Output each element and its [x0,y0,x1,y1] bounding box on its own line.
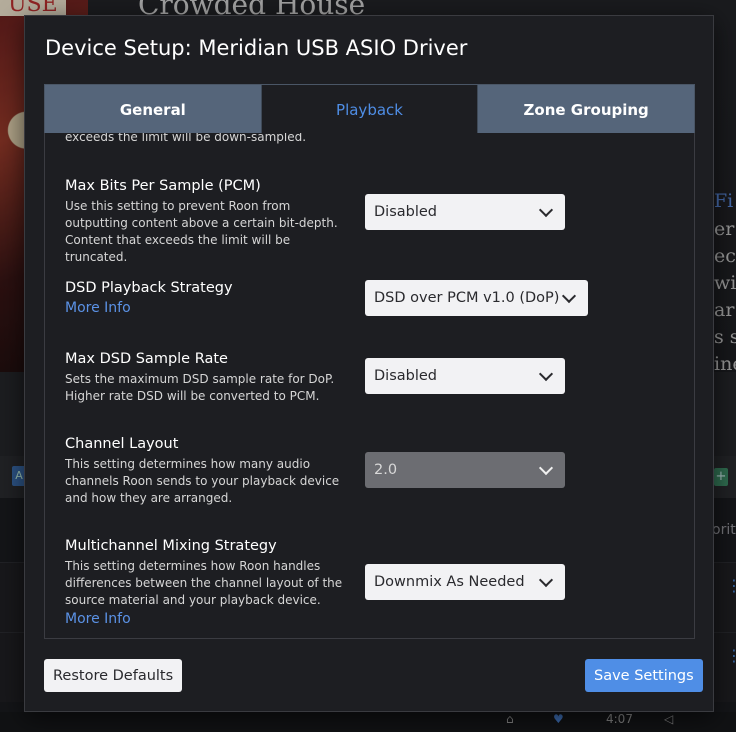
max-bits-select[interactable]: Disabled [365,194,565,230]
setting-max-bits: Max Bits Per Sample (PCM) Use this setti… [65,178,345,266]
setting-description: Use this setting to prevent Roon from ou… [65,199,338,264]
tab-general[interactable]: General [45,85,262,134]
chevron-down-icon [538,572,554,588]
chevron-down-icon [538,460,554,476]
setting-title: Max DSD Sample Rate [65,351,228,367]
chevron-down-icon [538,202,554,218]
multichannel-mixing-select[interactable]: Downmix As Needed [365,564,565,600]
dsd-strategy-select[interactable]: DSD over PCM v1.0 (DoP) [365,280,588,316]
setting-title: DSD Playback Strategy [65,280,233,296]
tab-playback[interactable]: Playback [261,85,479,134]
device-setup-dialog: Device Setup: Meridian USB ASIO Driver G… [24,15,714,712]
setting-description: This setting determines how Roon handles… [65,559,343,607]
setting-description-partial: exceeds the limit will be down-sampled. [65,133,307,144]
more-info-link[interactable]: More Info [65,611,345,627]
select-value: Disabled [374,204,437,220]
select-value: Disabled [374,368,437,384]
setting-title: Multichannel Mixing Strategy [65,538,277,554]
select-value: 2.0 [374,462,398,478]
select-value: DSD over PCM v1.0 (DoP) [374,290,560,306]
setting-channel-layout: Channel Layout This setting determines h… [65,436,345,507]
setting-multichannel-mixing: Multichannel Mixing Strategy This settin… [65,538,345,627]
select-value: Downmix As Needed [374,574,525,590]
setting-description: Sets the maximum DSD sample rate for DoP… [65,372,335,403]
playback-settings-panel[interactable]: exceeds the limit will be down-sampled. … [44,133,695,639]
channel-layout-select[interactable]: 2.0 [365,452,565,488]
tab-bar: General Playback Zone Grouping [44,84,695,134]
chevron-down-icon [561,288,577,304]
chevron-down-icon [538,366,554,382]
setting-title: Max Bits Per Sample (PCM) [65,178,261,194]
setting-title: Channel Layout [65,436,179,452]
max-dsd-rate-select[interactable]: Disabled [365,358,565,394]
more-info-link[interactable]: More Info [65,300,345,316]
setting-dsd-strategy: DSD Playback Strategy More Info [65,280,345,316]
dialog-title: Device Setup: Meridian USB ASIO Driver [45,36,468,60]
setting-description: This setting determines how many audio c… [65,457,340,505]
restore-defaults-button[interactable]: Restore Defaults [44,659,183,692]
save-settings-button[interactable]: Save Settings [585,659,703,692]
setting-max-dsd-rate: Max DSD Sample Rate Sets the maximum DSD… [65,351,345,405]
tab-zone-grouping[interactable]: Zone Grouping [478,85,695,134]
